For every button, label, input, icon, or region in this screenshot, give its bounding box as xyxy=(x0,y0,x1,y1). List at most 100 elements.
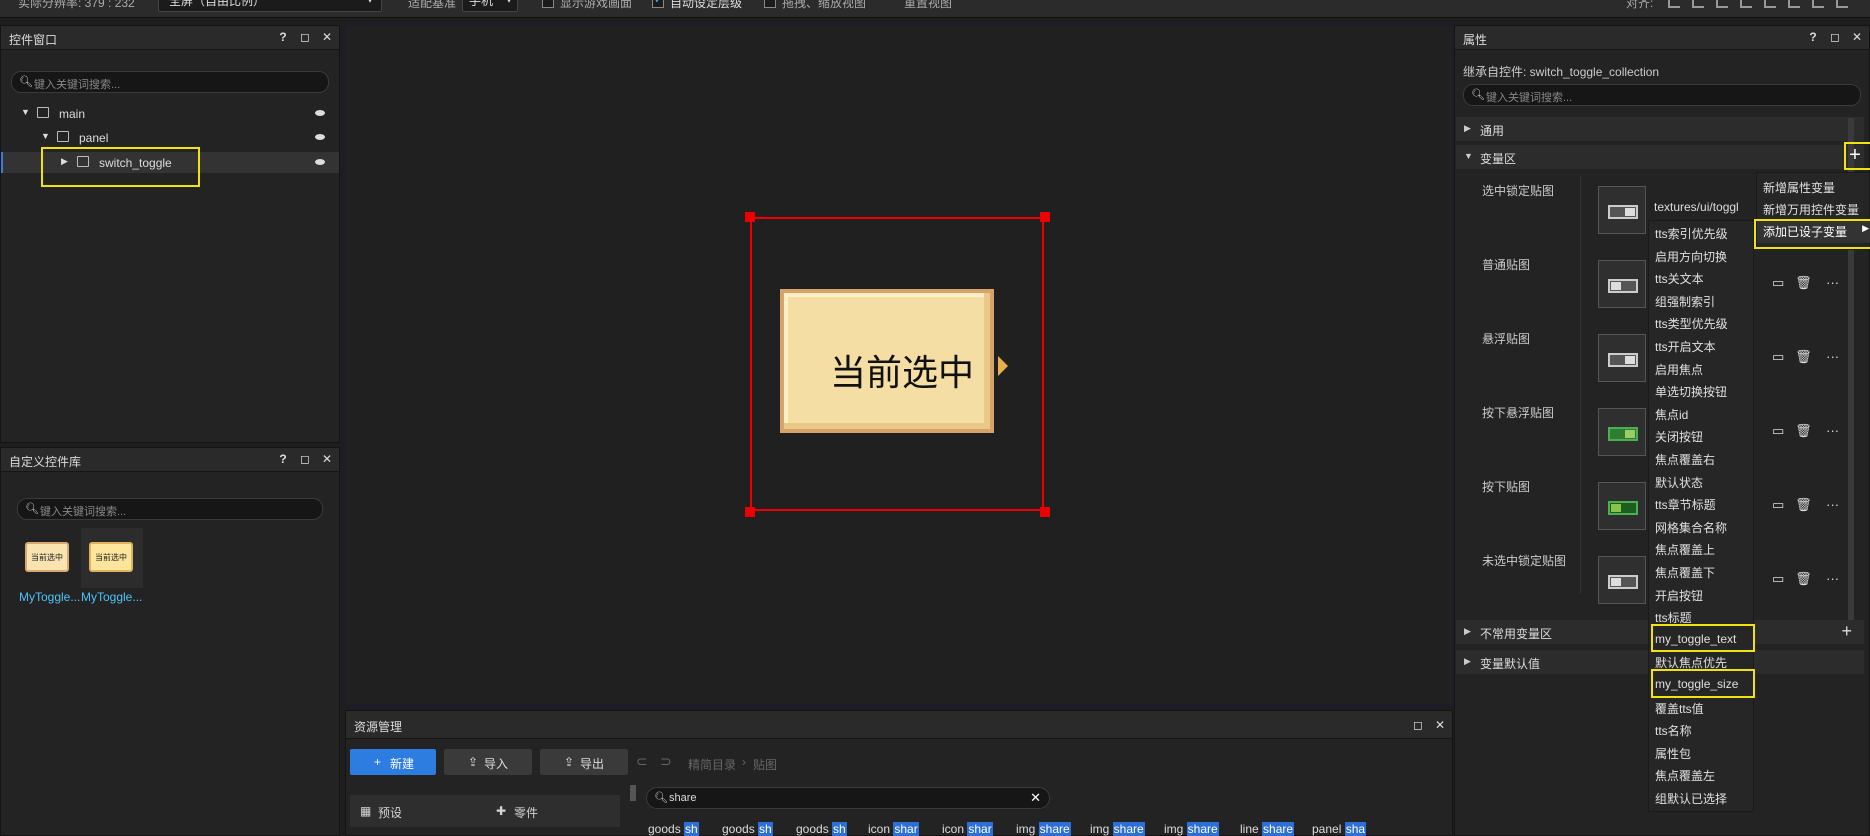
trash-icon[interactable]: 🗑︎ xyxy=(1795,349,1812,364)
design-canvas[interactable]: 当前选中 xyxy=(345,25,1453,705)
align-left-icon[interactable] xyxy=(1668,0,1680,8)
submenu-item[interactable]: 网格集合名称 xyxy=(1655,519,1727,536)
more-icon[interactable]: ··· xyxy=(1826,571,1839,586)
resource-search-input[interactable]: 🔍︎ share ✕ xyxy=(646,787,1050,809)
distribute-v-icon[interactable] xyxy=(1836,0,1848,8)
submenu-item[interactable]: tts开启文本 xyxy=(1655,338,1716,355)
help-icon[interactable]: ? xyxy=(1807,30,1819,44)
submenu-item[interactable]: 属性包 xyxy=(1655,745,1691,762)
trash-icon[interactable]: 🗑︎ xyxy=(1795,571,1812,586)
back-icon[interactable]: ⊂ xyxy=(636,753,648,770)
align-top-icon[interactable] xyxy=(1740,0,1752,8)
menu-item-add-property[interactable]: 新增属性变量 xyxy=(1763,179,1835,196)
eye-icon[interactable] xyxy=(315,159,325,165)
resource-chip[interactable]: img share xyxy=(1016,822,1071,836)
resource-chip[interactable]: img share xyxy=(1090,822,1145,836)
tree-item-main[interactable]: ▼ main xyxy=(1,103,339,124)
section-general[interactable]: ▶ 通用 xyxy=(1456,117,1864,141)
forward-icon[interactable]: ⊃ xyxy=(660,753,672,770)
submenu-item[interactable]: 启用焦点 xyxy=(1655,361,1703,378)
reset-view-button[interactable]: 重置视图 xyxy=(904,0,952,11)
more-icon[interactable]: ··· xyxy=(1826,497,1839,512)
submenu-item[interactable]: 启用方向切换 xyxy=(1655,248,1727,265)
properties-search-input[interactable]: 🔍︎ 键入关键词搜索... xyxy=(1463,84,1861,106)
submenu-item[interactable]: tts章节标题 xyxy=(1655,496,1716,513)
resize-handle-bl[interactable] xyxy=(745,507,755,517)
resource-chip[interactable]: goods sh xyxy=(648,822,699,836)
submenu-item[interactable]: 单选切换按钮 xyxy=(1655,383,1727,400)
folder-icon[interactable]: ▭ xyxy=(1772,275,1784,290)
submenu-item[interactable]: 焦点覆盖上 xyxy=(1655,541,1715,558)
submenu-item[interactable]: 焦点覆盖右 xyxy=(1655,451,1715,468)
submenu-item[interactable]: 焦点id xyxy=(1655,406,1688,423)
submenu-item[interactable]: 组强制索引 xyxy=(1655,293,1715,310)
texture-thumb[interactable] xyxy=(1598,482,1646,530)
close-icon[interactable]: ✕ xyxy=(321,452,333,466)
scrollbar[interactable] xyxy=(630,785,636,801)
close-icon[interactable]: ✕ xyxy=(321,30,333,44)
eye-icon[interactable] xyxy=(315,110,325,116)
screen-mode-dropdown[interactable]: 全屏（自由比例） ▾ xyxy=(158,0,382,12)
library-item[interactable]: 当前选中 MyToggle... xyxy=(81,528,143,604)
show-game-checkbox[interactable] xyxy=(542,0,554,8)
maximize-icon[interactable]: ◻ xyxy=(299,452,311,466)
more-icon[interactable]: ··· xyxy=(1826,423,1839,438)
help-icon[interactable]: ? xyxy=(277,30,289,44)
maximize-icon[interactable]: ◻ xyxy=(1829,30,1841,44)
more-icon[interactable]: ··· xyxy=(1826,349,1839,364)
submenu-item[interactable]: 焦点覆盖左 xyxy=(1655,767,1715,784)
help-icon[interactable]: ? xyxy=(277,452,289,466)
align-middle-icon[interactable] xyxy=(1764,0,1776,8)
submenu-item[interactable]: tts索引优先级 xyxy=(1655,225,1728,242)
submenu-item[interactable]: tts关文本 xyxy=(1655,270,1704,287)
resource-chip[interactable]: goods sh xyxy=(796,822,847,836)
eye-icon[interactable] xyxy=(315,134,325,140)
submenu-item[interactable]: 关闭按钮 xyxy=(1655,428,1703,445)
drag-zoom-checkbox[interactable] xyxy=(764,0,776,8)
new-button[interactable]: + 新建 xyxy=(350,749,436,775)
expand-down-icon[interactable]: ▼ xyxy=(41,131,50,141)
align-bottom-icon[interactable] xyxy=(1788,0,1800,8)
controls-search-input[interactable]: 🔍︎ 键入关键词搜索... xyxy=(11,71,329,93)
texture-thumb[interactable] xyxy=(1598,408,1646,456)
resource-chip[interactable]: line share xyxy=(1240,822,1295,836)
category-preset[interactable]: ▦ 预设 xyxy=(350,795,486,827)
menu-item-add-universal[interactable]: 新增万用控件变量 xyxy=(1763,201,1859,218)
expand-down-icon[interactable]: ▼ xyxy=(21,107,30,117)
trash-icon[interactable]: 🗑︎ xyxy=(1795,497,1812,512)
library-search-input[interactable]: 🔍︎ 键入关键词搜索... xyxy=(17,498,323,520)
submenu-item[interactable]: 覆盖tts值 xyxy=(1655,700,1704,717)
resource-chip[interactable]: icon shar xyxy=(868,822,919,836)
resize-handle-tl[interactable] xyxy=(745,212,755,222)
texture-thumb[interactable] xyxy=(1598,556,1646,604)
import-button[interactable]: ⇪ 导入 xyxy=(444,749,532,775)
adapt-dropdown[interactable]: 手机 ▾ xyxy=(462,0,518,12)
folder-icon[interactable]: ▭ xyxy=(1772,571,1784,586)
align-center-icon[interactable] xyxy=(1692,0,1704,8)
texture-thumb[interactable] xyxy=(1598,334,1646,382)
maximize-icon[interactable]: ◻ xyxy=(1412,718,1424,732)
submenu-item[interactable]: 焦点覆盖下 xyxy=(1655,564,1715,581)
category-parts[interactable]: ✚ 零件 xyxy=(486,795,620,827)
maximize-icon[interactable]: ◻ xyxy=(299,30,311,44)
submenu-item[interactable]: 开启按钮 xyxy=(1655,587,1703,604)
folder-icon[interactable]: ▭ xyxy=(1772,349,1784,364)
resource-chip[interactable]: img share xyxy=(1164,822,1219,836)
add-icon[interactable]: + xyxy=(1841,621,1852,642)
submenu-item[interactable]: tts名称 xyxy=(1655,722,1692,739)
submenu-item[interactable]: tts类型优先级 xyxy=(1655,315,1728,332)
breadcrumb-root[interactable]: 精简目录 xyxy=(688,756,736,773)
more-icon[interactable]: ··· xyxy=(1826,275,1839,290)
close-icon[interactable]: ✕ xyxy=(1434,718,1446,732)
trash-icon[interactable]: 🗑︎ xyxy=(1795,275,1812,290)
breadcrumb-child[interactable]: 贴图 xyxy=(753,756,777,773)
close-icon[interactable]: ✕ xyxy=(1851,30,1863,44)
resource-chip[interactable]: panel sha xyxy=(1312,822,1367,836)
trash-icon[interactable]: 🗑︎ xyxy=(1795,423,1812,438)
submenu-item[interactable]: 默认状态 xyxy=(1655,474,1703,491)
submenu-item[interactable]: 组默认已选择 xyxy=(1655,790,1727,807)
auto-layer-checkbox[interactable] xyxy=(652,0,664,8)
folder-icon[interactable]: ▭ xyxy=(1772,423,1784,438)
clear-icon[interactable]: ✕ xyxy=(1030,790,1041,806)
section-variables[interactable]: ▼ 变量区 xyxy=(1456,145,1864,169)
